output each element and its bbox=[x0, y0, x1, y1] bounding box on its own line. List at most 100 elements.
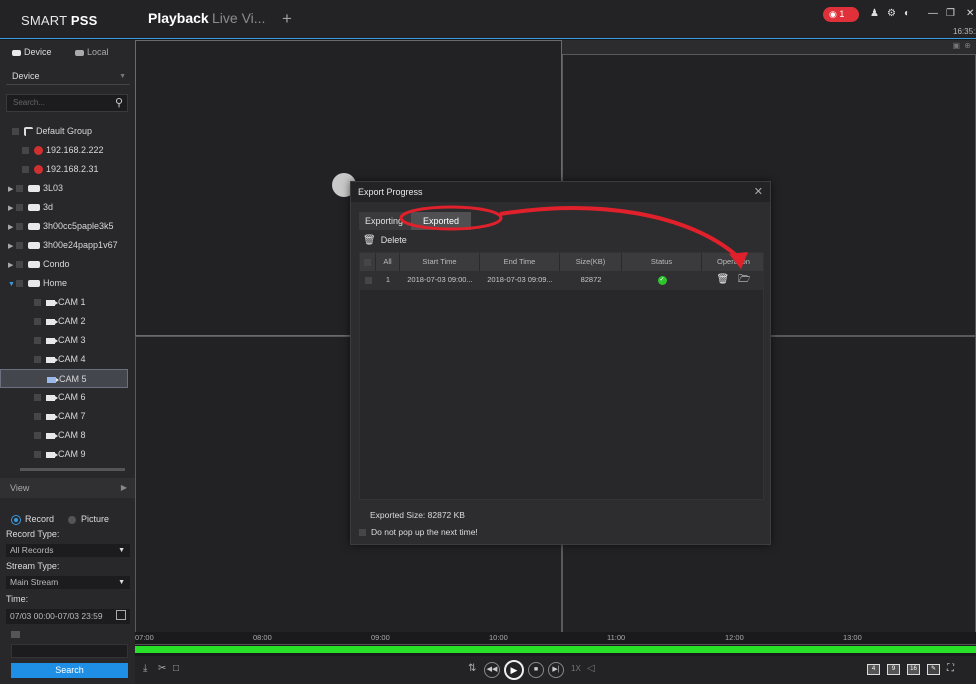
tree-item[interactable]: CAM 9 bbox=[0, 445, 128, 464]
tab-exported[interactable]: Exported bbox=[411, 212, 471, 230]
lock-icon[interactable]: ◐ bbox=[904, 8, 910, 19]
time-label: Time: bbox=[6, 594, 29, 604]
add-tab-button[interactable]: + bbox=[282, 9, 292, 29]
checkbox-icon[interactable] bbox=[34, 432, 41, 440]
no-popup-checkbox[interactable]: Do not pop up the next time! bbox=[359, 527, 478, 537]
speed-indicator[interactable]: 1X bbox=[571, 664, 581, 673]
tree-scrollbar[interactable] bbox=[20, 468, 125, 471]
tab-device[interactable]: Device bbox=[12, 47, 52, 57]
checkbox-icon[interactable] bbox=[16, 185, 23, 193]
checkbox-icon[interactable] bbox=[34, 451, 41, 459]
tree-item[interactable]: ▶ 3h00cc5paple3k5 bbox=[0, 217, 128, 236]
rewind-button[interactable]: ◀◀ bbox=[484, 662, 500, 678]
tab-playback[interactable]: Playback bbox=[148, 10, 209, 26]
stop-button[interactable]: ■ bbox=[528, 662, 544, 678]
chevron-right-icon[interactable]: ▶ bbox=[8, 218, 16, 237]
checkbox-icon[interactable] bbox=[16, 242, 23, 250]
tree-item[interactable]: CAM 8 bbox=[0, 426, 128, 445]
tree-item[interactable]: CAM 7 bbox=[0, 407, 128, 426]
restore-icon[interactable]: ❐ bbox=[946, 8, 955, 19]
checkbox-icon[interactable] bbox=[34, 356, 41, 364]
tree-item[interactable]: CAM 5 bbox=[0, 369, 128, 388]
minimize-icon[interactable]: — bbox=[928, 8, 938, 19]
checkbox-icon[interactable] bbox=[34, 394, 41, 402]
chevron-right-icon[interactable]: ▶ bbox=[8, 180, 16, 199]
layout-4-button[interactable]: 4 bbox=[867, 664, 880, 675]
tree-item[interactable]: CAM 4 bbox=[0, 350, 128, 369]
timeline-record-bar[interactable] bbox=[135, 646, 976, 653]
export-icon[interactable]: □ bbox=[173, 663, 179, 674]
next-frame-button[interactable]: ▶| bbox=[548, 662, 564, 678]
tree-item[interactable]: ▶ Condo bbox=[0, 255, 128, 274]
device-dropdown[interactable]: Device ▼ bbox=[6, 68, 130, 85]
chevron-right-icon[interactable]: ▶ bbox=[8, 237, 16, 256]
tree-item[interactable]: 192.168.2.31 bbox=[0, 160, 128, 179]
search-icon[interactable]: ⚲ bbox=[115, 95, 123, 111]
checkbox-icon[interactable] bbox=[35, 376, 42, 384]
checkbox-icon[interactable] bbox=[16, 280, 23, 288]
snapshot-icon[interactable]: ▣ bbox=[952, 41, 960, 50]
user-icon[interactable]: ♟ bbox=[870, 8, 879, 19]
calendar-icon[interactable] bbox=[116, 610, 126, 620]
checkbox-icon[interactable] bbox=[16, 261, 23, 269]
zoom-icon[interactable]: ⊕ bbox=[964, 41, 971, 50]
select-all-checkbox[interactable] bbox=[360, 253, 376, 271]
tree-item[interactable]: CAM 1 bbox=[0, 293, 128, 312]
tree-item-label: CAM 9 bbox=[58, 449, 86, 459]
checkbox-icon[interactable] bbox=[16, 204, 23, 212]
record-type-select[interactable]: All Records ▼ bbox=[6, 544, 130, 557]
tree-item[interactable]: ▼ Home bbox=[0, 274, 128, 293]
close-icon[interactable]: ✕ bbox=[754, 182, 763, 202]
tab-local[interactable]: Local bbox=[75, 47, 109, 57]
alarm-badge[interactable]: ◉ 1 bbox=[823, 7, 859, 22]
time-range-field[interactable]: 07/03 00:00-07/03 23:59 bbox=[6, 609, 130, 624]
fullscreen-icon[interactable]: ⛶ bbox=[947, 663, 954, 674]
table-row[interactable]: 1 2018-07-03 09:00... 2018-07-03 09:09..… bbox=[360, 271, 763, 290]
checkbox-icon[interactable] bbox=[16, 223, 23, 231]
tab-live-view[interactable]: Live Vi... bbox=[212, 10, 265, 26]
checkbox-icon[interactable] bbox=[34, 299, 41, 307]
edit-layout-icon[interactable]: ✎ bbox=[927, 664, 940, 675]
gear-icon[interactable]: ⚙ bbox=[887, 8, 896, 19]
view-section[interactable]: View ▶ bbox=[0, 478, 135, 498]
extra-input[interactable] bbox=[11, 644, 128, 658]
row-checkbox[interactable] bbox=[360, 271, 376, 289]
search-button[interactable]: Search bbox=[11, 663, 128, 678]
chevron-right-icon[interactable]: ▶ bbox=[8, 256, 16, 275]
delete-button[interactable]: 🗑 Delete bbox=[363, 235, 407, 246]
tree-item[interactable]: ▶ 3L03 bbox=[0, 179, 128, 198]
checkbox-icon[interactable] bbox=[34, 413, 41, 421]
timeline[interactable]: 07:00 08:00 09:00 10:00 11:00 12:00 13:00 bbox=[135, 632, 976, 656]
download-icon[interactable]: ⤓ bbox=[143, 663, 147, 674]
layout-16-button[interactable]: 16 bbox=[907, 664, 920, 675]
tree-item[interactable]: 192.168.2.222 bbox=[0, 141, 128, 160]
tree-item[interactable]: CAM 2 bbox=[0, 312, 128, 331]
checkbox-icon[interactable] bbox=[34, 318, 41, 326]
keyboard-icon[interactable] bbox=[11, 631, 20, 638]
checkbox-icon[interactable] bbox=[22, 147, 29, 155]
chevron-down-icon: ▼ bbox=[118, 579, 125, 586]
tab-exporting[interactable]: Exporting bbox=[359, 212, 411, 230]
layout-9-button[interactable]: 9 bbox=[887, 664, 900, 675]
volume-icon[interactable]: ◁ bbox=[587, 663, 595, 674]
folder-icon[interactable]: 🗁 bbox=[738, 274, 750, 285]
sync-icon[interactable]: ⇅ bbox=[468, 663, 476, 674]
checkbox-icon[interactable] bbox=[22, 166, 29, 174]
chevron-right-icon[interactable]: ▶ bbox=[8, 199, 16, 218]
tree-item[interactable]: ▶ 3d bbox=[0, 198, 128, 217]
tree-item[interactable]: CAM 3 bbox=[0, 331, 128, 350]
checkbox-icon[interactable] bbox=[12, 128, 19, 136]
device-search-input[interactable]: Search... ⚲ bbox=[6, 94, 128, 112]
chevron-down-icon[interactable]: ▼ bbox=[8, 275, 16, 294]
play-button[interactable]: ▶ bbox=[504, 660, 524, 680]
stream-type-select[interactable]: Main Stream ▼ bbox=[6, 576, 130, 589]
close-icon[interactable]: ✕ bbox=[966, 8, 974, 19]
tree-item[interactable]: ▶ 3h00e24papp1v67 bbox=[0, 236, 128, 255]
row-delete-icon[interactable]: 🗑 bbox=[717, 274, 730, 285]
checkbox-icon[interactable] bbox=[34, 337, 41, 345]
radio-record[interactable]: Record bbox=[12, 514, 54, 524]
tree-item[interactable]: CAM 6 bbox=[0, 388, 128, 407]
clip-icon[interactable]: ✂ bbox=[158, 663, 166, 674]
radio-picture[interactable]: Picture bbox=[68, 514, 109, 524]
tree-item[interactable]: Default Group bbox=[0, 122, 128, 141]
